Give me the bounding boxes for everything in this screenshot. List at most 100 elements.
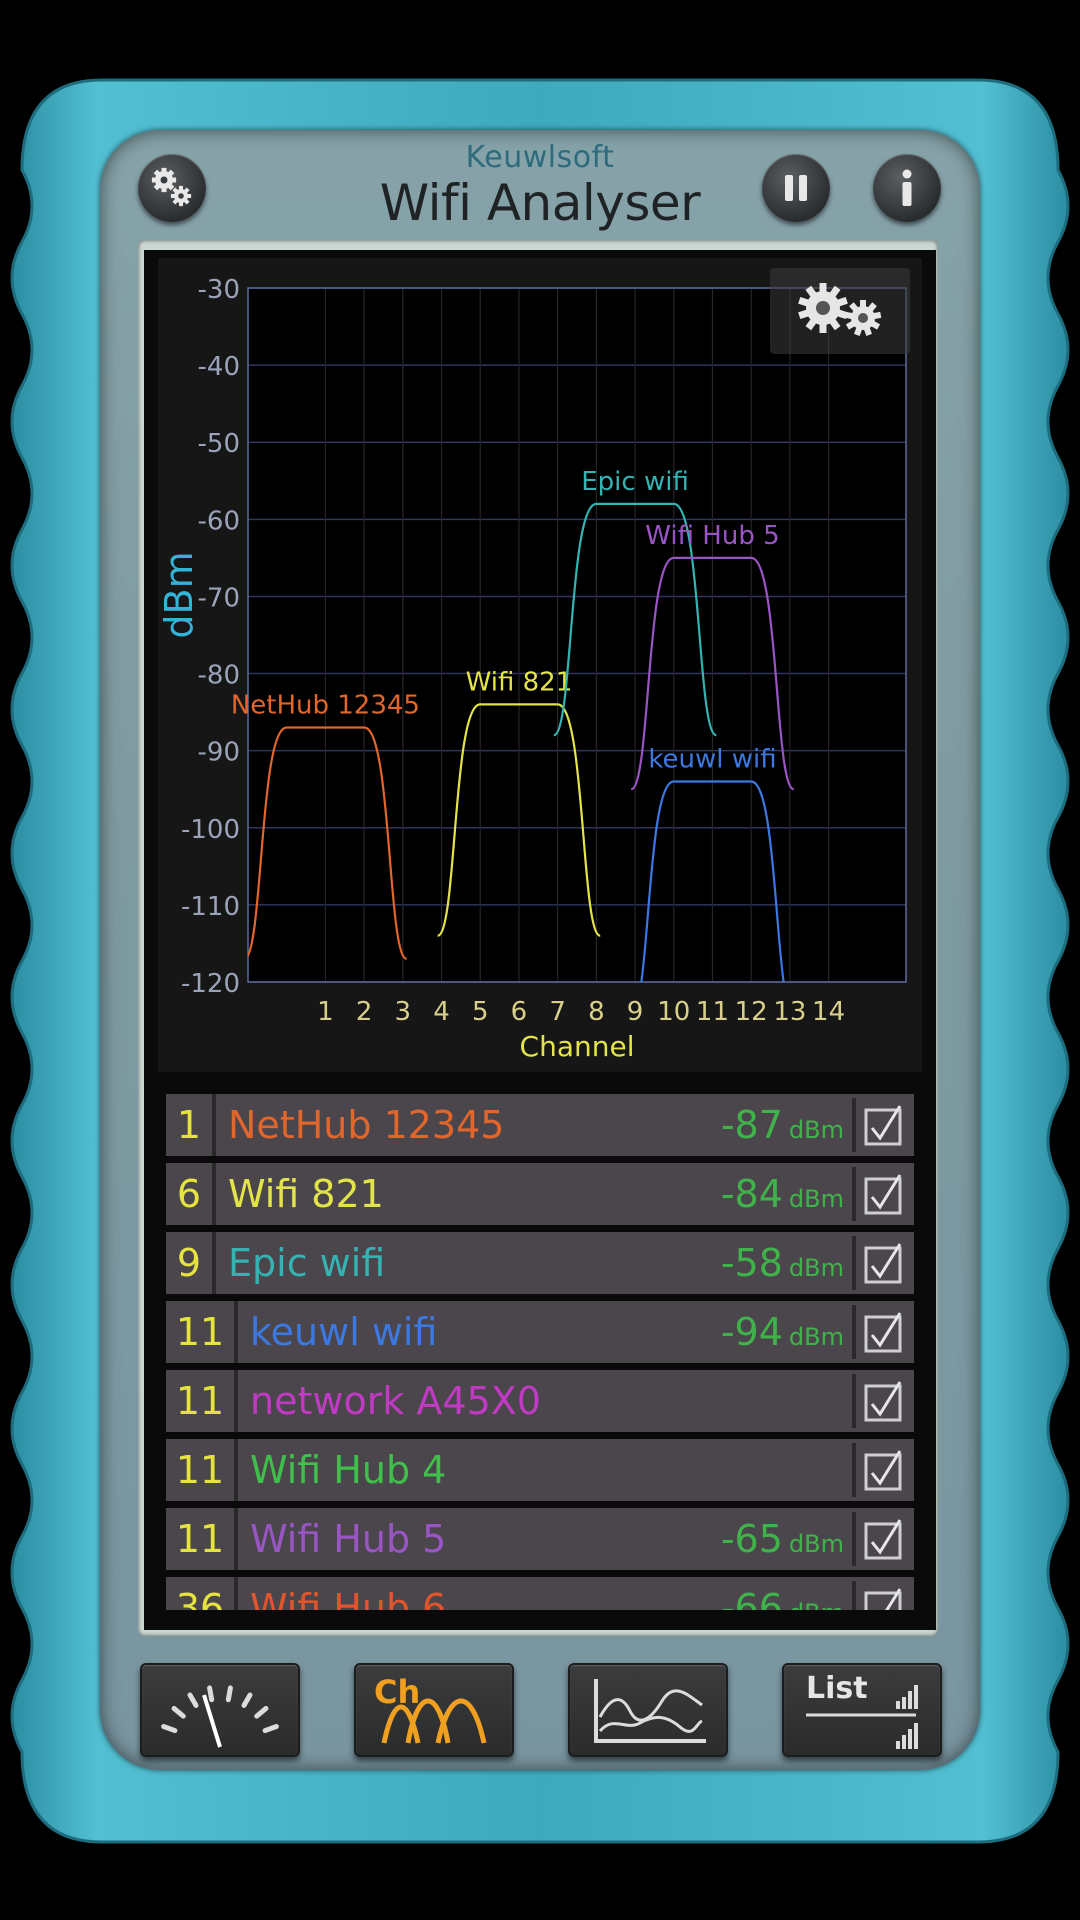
x-tick-label: 3 [395, 997, 412, 1027]
chart-settings-button[interactable] [770, 268, 910, 354]
y-tick-label: -110 [181, 892, 240, 922]
company-name: Keuwlsoft [465, 140, 615, 175]
list-item[interactable]: 11 keuwl wifi -94 dBm [166, 1301, 914, 1363]
list-item[interactable]: 6 Wifi 821 -84 dBm [166, 1163, 914, 1225]
signal-meter-button[interactable] [140, 1663, 300, 1757]
x-tick-label: 10 [657, 997, 690, 1027]
y-tick-label: -80 [198, 661, 240, 691]
y-tick-label: -70 [198, 583, 240, 613]
x-tick-label: 9 [627, 997, 644, 1027]
channel-number: 11 [175, 1310, 225, 1354]
divider [212, 1163, 216, 1225]
channel-graph-button[interactable]: Ch [354, 1663, 514, 1757]
x-tick-label: 12 [735, 997, 768, 1027]
signal-unit: dBm [788, 1323, 844, 1351]
series-label: keuwl wifi [648, 745, 776, 775]
signal-value: -65 [720, 1517, 783, 1561]
checkbox-icon[interactable] [852, 1167, 910, 1221]
signal-unit: dBm [788, 1185, 844, 1213]
channel-number: 36 [175, 1586, 225, 1610]
signal-bars-icon [806, 1685, 918, 1749]
list-item[interactable]: 11 Wifi Hub 4 [166, 1439, 914, 1501]
divider [234, 1370, 238, 1432]
channel-number: 6 [176, 1172, 202, 1216]
series-label: Wifi Hub 5 [645, 521, 779, 551]
info-icon [902, 169, 912, 206]
app-brand: Keuwlsoft Wifi Analyser [340, 140, 740, 230]
x-tick-label: 11 [696, 997, 729, 1027]
meter-tick [241, 1692, 253, 1708]
network-name: Wifi Hub 4 [250, 1448, 447, 1492]
network-list[interactable]: 1 NetHub 12345 -87 dBm 6 Wifi 821 -84 dBm 9 Epic … [160, 1094, 920, 1610]
x-tick-label: 13 [773, 997, 806, 1027]
network-name: keuwl wifi [250, 1310, 438, 1354]
meter-tick [207, 1685, 215, 1703]
checkbox-icon[interactable] [852, 1443, 910, 1497]
signal-strength: -94 dBm [721, 1301, 844, 1363]
divider [234, 1439, 238, 1501]
meter-icon [161, 1685, 279, 1748]
checkbox-icon[interactable] [852, 1236, 910, 1290]
checkbox-icon[interactable] [852, 1305, 910, 1359]
settings-button[interactable] [138, 154, 206, 222]
channel-number: 11 [175, 1448, 225, 1492]
list-item[interactable]: 36 Wifi Hub 6 -66 dBm [166, 1577, 914, 1610]
checkbox-icon[interactable] [852, 1098, 910, 1152]
signal-strength: -66 dBm [721, 1577, 844, 1610]
meter-tick [262, 1723, 279, 1734]
channel-number: 1 [176, 1103, 202, 1147]
divider [234, 1508, 238, 1570]
signal-strength: -65 dBm [721, 1508, 844, 1570]
y-tick-label: -90 [198, 738, 240, 768]
checkbox-icon[interactable] [852, 1374, 910, 1428]
checkbox-icon[interactable] [852, 1581, 910, 1610]
channel-chart-svg: -30-40-50-60-70-80-90-100-110-1201 2 3 4 5 6 7… [157, 275, 907, 1063]
info-button[interactable] [873, 154, 941, 222]
network-name: Wifi Hub 5 [250, 1517, 447, 1561]
y-tick-label: -120 [181, 969, 240, 999]
x-axis-label: Channel [520, 1030, 635, 1063]
signal-strength: -58 dBm [721, 1232, 844, 1294]
gear-icon [151, 167, 192, 207]
time-graph-icon [594, 1679, 706, 1743]
signal-unit: dBm [788, 1254, 844, 1282]
gear-icon [798, 283, 882, 336]
channel-chart[interactable]: -30 -40 -50 -60 -70 -80 -90 -100 -110 -120 1 2 3 4 5 6 7… [157, 258, 922, 1072]
signal-unit: dBm [788, 1116, 844, 1144]
pause-button[interactable] [762, 154, 830, 222]
network-name: NetHub 12345 [228, 1103, 505, 1147]
signal-strength: -87 dBm [721, 1094, 844, 1156]
y-axis-label: dBm [158, 551, 201, 638]
signal-value: -84 [720, 1172, 783, 1216]
series-label: Epic wifi [581, 467, 689, 497]
network-name: network A45X0 [250, 1379, 541, 1423]
meter-tick [171, 1705, 186, 1719]
channel-waves-icon [381, 1698, 487, 1744]
time-graph-button[interactable] [568, 1663, 728, 1757]
list-item[interactable]: 1 NetHub 12345 -87 dBm [166, 1094, 914, 1156]
network-name: Epic wifi [228, 1241, 386, 1285]
x-tick-label: 6 [511, 997, 528, 1027]
meter-tick [161, 1723, 178, 1734]
channel-number: 9 [176, 1241, 202, 1285]
network-name: Wifi 821 [228, 1172, 384, 1216]
channel-number: 11 [175, 1517, 225, 1561]
pause-icon [785, 175, 807, 201]
x-tick-label: 2 [356, 997, 373, 1027]
signal-unit: dBm [788, 1530, 844, 1558]
checkbox-icon[interactable] [852, 1512, 910, 1566]
x-tick-label: 1 [317, 997, 334, 1027]
divider [234, 1577, 238, 1610]
x-tick-label: 14 [812, 997, 845, 1027]
y-tick-label: -100 [181, 815, 240, 845]
signal-unit: dBm [789, 1599, 844, 1610]
list-item[interactable]: 11 Wifi Hub 5 -65 dBm [166, 1508, 914, 1570]
meter-tick [225, 1685, 233, 1703]
list-view-button[interactable]: List [782, 1663, 942, 1757]
list-item[interactable]: 9 Epic wifi -58 dBm [166, 1232, 914, 1294]
signal-value: -66 [720, 1586, 783, 1610]
list-item[interactable]: 11 network A45X0 [166, 1370, 914, 1432]
divider [234, 1301, 238, 1363]
signal-value: -58 [720, 1241, 783, 1285]
signal-strength: -84 dBm [721, 1163, 844, 1225]
